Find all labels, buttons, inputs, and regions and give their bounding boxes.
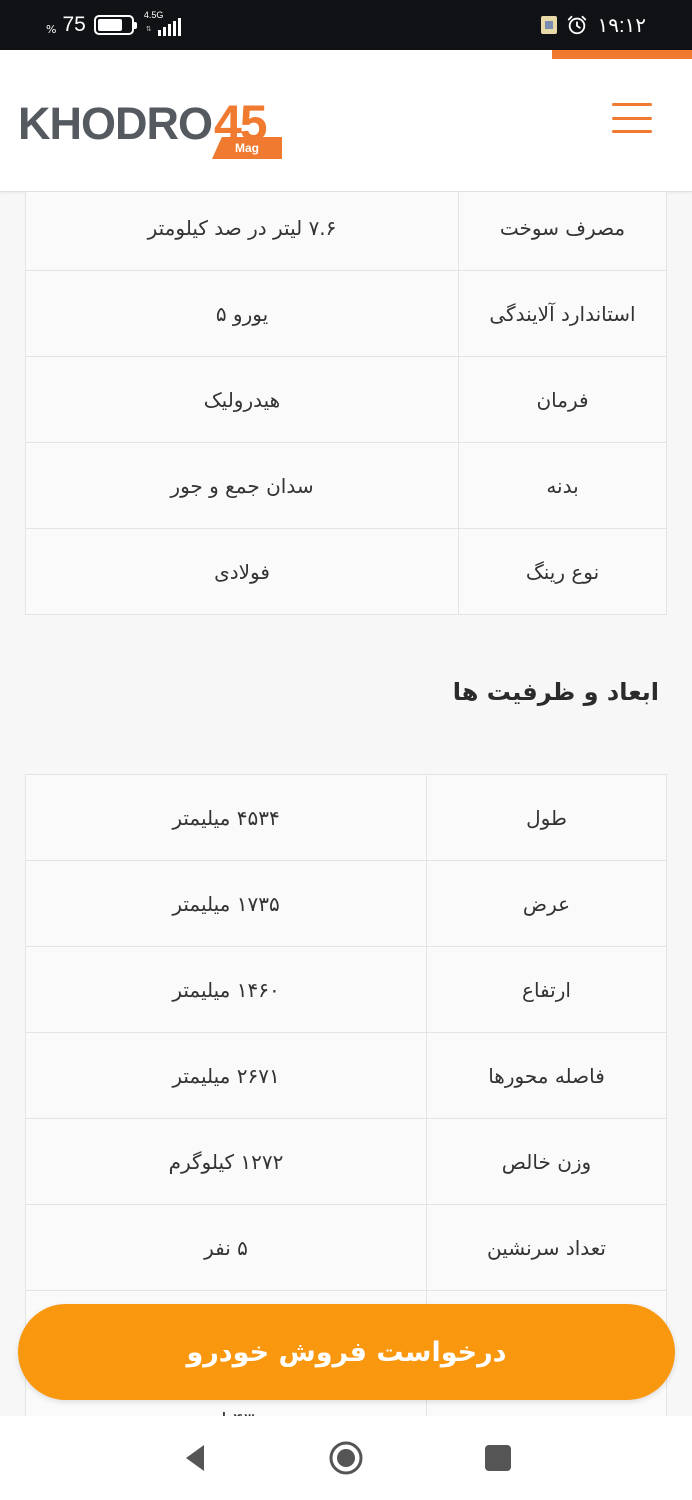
spec-label: فاصله محورها — [426, 1032, 667, 1119]
spec-label: بدنه — [458, 442, 667, 529]
signal-bars — [157, 18, 181, 36]
spec-label: وزن خالص — [426, 1118, 667, 1205]
sim-card-icon — [541, 16, 558, 34]
table-row: بدنه سدان جمع و جور — [25, 442, 667, 529]
table-row: فرمان هیدرولیک — [25, 356, 667, 443]
table-row: مصرف سوخت ۷.۶ لیتر در صد کیلومتر — [25, 192, 667, 271]
spec-value: ۲۶۷۱ میلیمتر — [25, 1032, 427, 1119]
battery-level: 75 — [62, 13, 86, 36]
spec-label: طول — [426, 774, 667, 861]
spec-label: مصرف سوخت — [458, 192, 667, 271]
battery-percent-symbol: % — [46, 22, 57, 36]
home-circle-icon[interactable] — [328, 1440, 364, 1476]
battery-icon — [93, 15, 137, 35]
table-row: وزن خالص ۱۲۷۲ کیلوگرم — [25, 1118, 667, 1205]
spec-value: ۱۷۳۵ میلیمتر — [25, 860, 427, 947]
signal-icon: 4.5G ⇅ — [144, 10, 192, 38]
status-left: % 75 4.5G ⇅ — [46, 10, 192, 38]
spec-value: یورو ۵ — [25, 270, 459, 357]
logo-text: KHODRO — [18, 98, 213, 149]
status-right: ۱۹:۱۲ — [541, 12, 646, 38]
sell-car-request-button[interactable]: درخواست فروش خودرو — [18, 1304, 675, 1400]
spec-value: ۱۲۷۲ کیلوگرم — [25, 1118, 427, 1205]
hamburger-menu-icon[interactable] — [612, 103, 652, 133]
data-arrows-icon: ⇅ — [145, 25, 152, 33]
spec-value: ۱۴۶۰ میلیمتر — [25, 946, 427, 1033]
spec-value: سدان جمع و جور — [25, 442, 459, 529]
header-accent-bar — [552, 50, 692, 59]
table-row: نوع رینگ فولادی — [25, 528, 667, 615]
spec-value: ۵ نفر — [25, 1204, 427, 1291]
clock-time: ۱۹:۱۲ — [597, 14, 646, 37]
table-row: طول ۴۵۳۴ میلیمتر — [25, 774, 667, 861]
spec-value: فولادی — [25, 528, 459, 615]
spec-value: ۷.۶ لیتر در صد کیلومتر — [25, 192, 459, 271]
status-bar: % 75 4.5G ⇅ ۱۹:۱۲ — [0, 0, 692, 50]
table-row: فاصله محورها ۲۶۷۱ میلیمتر — [25, 1032, 667, 1119]
table-row: عرض ۱۷۳۵ میلیمتر — [25, 860, 667, 947]
spec-value: ۴۵۳۴ میلیمتر — [25, 774, 427, 861]
battery-fill — [97, 19, 122, 31]
site-logo[interactable]: KHODRO 45 Mag — [18, 92, 288, 164]
site-header: KHODRO 45 Mag — [0, 50, 692, 192]
spec-label: تعداد سرنشین — [426, 1204, 667, 1291]
spec-label: فرمان — [458, 356, 667, 443]
spec-label: استاندارد آلایندگی — [458, 270, 667, 357]
section-heading-dimensions: ابعاد و ظرفیت ها — [452, 678, 659, 706]
spec-label: نوع رینگ — [458, 528, 667, 615]
logo-tag: Mag — [212, 137, 282, 159]
table-row: تعداد سرنشین ۵ نفر — [25, 1204, 667, 1291]
table-row: ارتفاع ۱۴۶۰ میلیمتر — [25, 946, 667, 1033]
table-row: استاندارد آلایندگی یورو ۵ — [25, 270, 667, 357]
spec-label: ارتفاع — [426, 946, 667, 1033]
spec-label: عرض — [426, 860, 667, 947]
back-triangle-icon[interactable] — [178, 1440, 214, 1476]
page-content: مصرف سوخت ۷.۶ لیتر در صد کیلومتر استاندا… — [0, 192, 692, 1416]
spec-value: هیدرولیک — [25, 356, 459, 443]
system-navigation-bar — [0, 1416, 692, 1500]
alarm-clock-icon — [568, 15, 587, 35]
spec-table-performance: مصرف سوخت ۷.۶ لیتر در صد کیلومتر استاندا… — [25, 192, 667, 615]
recent-apps-square-icon[interactable] — [480, 1440, 516, 1476]
